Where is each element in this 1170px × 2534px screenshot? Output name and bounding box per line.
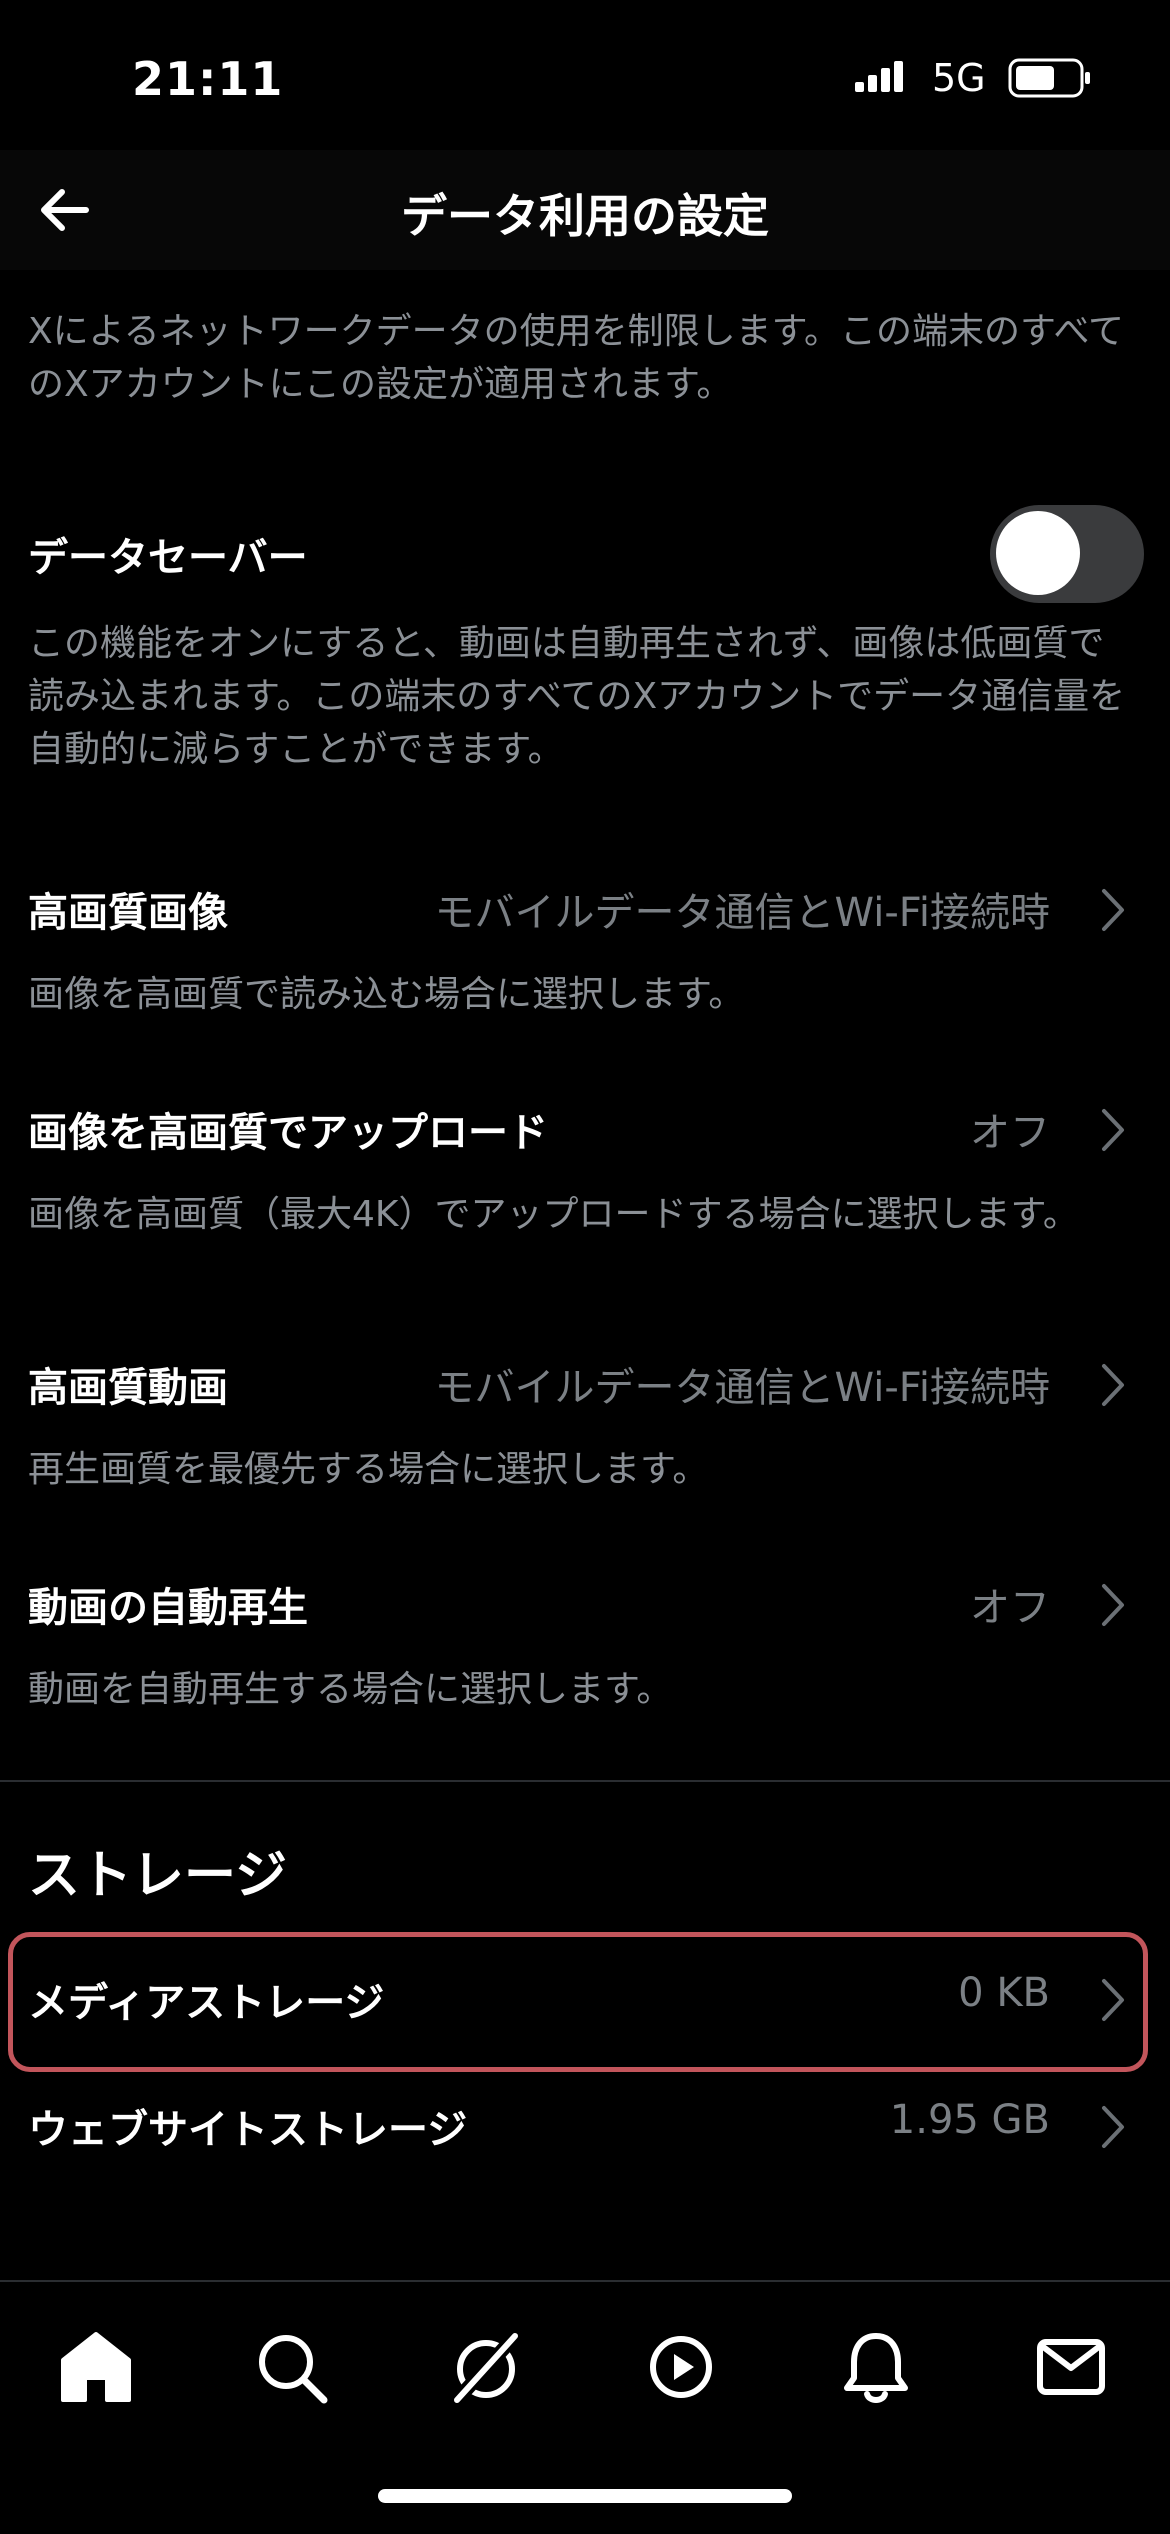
storage-title: メディアストレージ [28, 1980, 385, 2026]
storage-heading: ストレージ [28, 1846, 287, 1906]
chevron-right-icon [1102, 1364, 1124, 1406]
setting-description: 動画を自動再生する場合に選択します。 [28, 1669, 673, 1710]
chevron-right-icon [1102, 889, 1124, 931]
setting-title: 高画質動画 [28, 1365, 228, 1411]
battery-icon [1008, 58, 1090, 98]
data-saver-label: データセーバー [28, 535, 308, 581]
setting-value: モバイルデータ通信とWi-Fi接続時 [434, 890, 1050, 936]
page-title: データ利用の設定 [401, 189, 769, 243]
status-bar: 21:11 5G [0, 0, 1170, 150]
setting-value: オフ [970, 1585, 1050, 1631]
search-icon[interactable] [246, 2322, 336, 2412]
chevron-right-icon [1102, 2106, 1124, 2148]
storage-value: 1.95 GB [889, 2097, 1050, 2143]
data-saver-description: この機能をオンにすると、動画は自動再生されず、画像は低画質で読み込まれます。この… [28, 623, 1126, 770]
home-icon[interactable] [51, 2322, 141, 2412]
storage-title: ウェブサイトストレージ [28, 2107, 468, 2153]
setting-description: 画像を高画質で読み込む場合に選択します。 [28, 974, 745, 1015]
storage-value: 0 KB [958, 1970, 1050, 2016]
setting-title: 動画の自動再生 [28, 1585, 308, 1631]
home-indicator [378, 2489, 792, 2503]
messages-icon[interactable] [1026, 2322, 1116, 2412]
toggle-knob [996, 511, 1080, 595]
status-time: 21:11 [132, 52, 284, 106]
chevron-right-icon [1102, 1979, 1124, 2021]
setting-description: 画像を高画質（最大4K）でアップロードする場合に選択します。 [28, 1194, 1079, 1235]
setting-title: 高画質画像 [28, 890, 228, 936]
grok-icon[interactable] [441, 2322, 531, 2412]
setting-value: オフ [970, 1110, 1050, 1156]
setting-title: 画像を高画質でアップロード [28, 1110, 548, 1156]
notifications-icon[interactable] [831, 2322, 921, 2412]
setting-description: 再生画質を最優先する場合に選択します。 [28, 1449, 709, 1490]
section-divider [0, 1780, 1170, 1782]
network-type: 5G [932, 56, 986, 100]
chevron-right-icon [1102, 1584, 1124, 1626]
data-saver-toggle[interactable] [990, 505, 1144, 603]
chevron-right-icon [1102, 1109, 1124, 1151]
nav-bar: データ利用の設定 [0, 150, 1170, 270]
signal-icon [855, 61, 903, 92]
video-icon[interactable] [636, 2322, 726, 2412]
intro-text: Xによるネットワークデータの使用を制限します。この端末のすべてのXアカウントにこ… [28, 311, 1125, 405]
setting-value: モバイルデータ通信とWi-Fi接続時 [434, 1365, 1050, 1411]
